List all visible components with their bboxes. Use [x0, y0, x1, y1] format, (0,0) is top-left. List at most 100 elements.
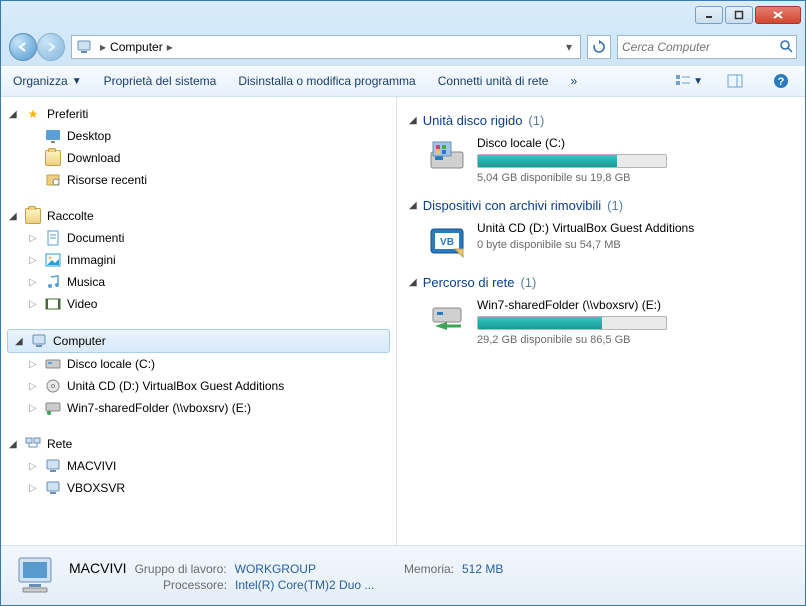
computer-icon [45, 458, 61, 474]
category-hdd[interactable]: ◢ Unità disco rigido (1) [409, 113, 793, 128]
preview-pane-button[interactable] [721, 70, 749, 92]
network-group: ◢ Rete ▷ MACVIVI ▷VBOXSVR [1, 433, 396, 499]
workgroup-label: Gruppo di lavoro: [135, 562, 227, 576]
capacity-bar [477, 154, 667, 168]
back-button[interactable] [9, 33, 37, 61]
arrow-right-icon [45, 41, 57, 53]
drive-free-text: 5,04 GB disponibile su 19,8 GB [477, 172, 793, 184]
sidebar-item-pictures[interactable]: ▷ Immagini [1, 249, 396, 271]
details-pane: MACVIVI Gruppo di lavoro: WORKGROUP Memo… [1, 545, 805, 605]
workgroup-value: WORKGROUP [235, 562, 316, 576]
minimize-button[interactable] [695, 6, 723, 24]
drive-info: Disco locale (C:) 5,04 GB disponibile su… [477, 136, 793, 184]
map-network-drive-button[interactable]: Connetti unità di rete [436, 70, 551, 92]
network-icon [25, 436, 41, 452]
favorites-label: Preferiti [47, 107, 88, 121]
view-options-button[interactable]: ▼ [675, 70, 703, 92]
system-properties-button[interactable]: Proprietà del sistema [102, 70, 219, 92]
drive-d[interactable]: VB Unità CD (D:) VirtualBox Guest Additi… [427, 221, 793, 261]
sidebar-item-label: Musica [67, 275, 105, 289]
main-pane[interactable]: ◢ Unità disco rigido (1) Disco locale (C… [397, 97, 805, 545]
breadcrumb-sep: ▸ [96, 40, 110, 54]
cd-drive-icon [45, 378, 61, 394]
libraries-icon [25, 208, 41, 224]
category-removable[interactable]: ◢ Dispositivi con archivi rimovibili (1) [409, 198, 793, 213]
breadcrumb-sep-end[interactable]: ▸ [163, 40, 177, 54]
favorites-root[interactable]: ◢ ★ Preferiti [1, 103, 396, 125]
video-icon [45, 296, 61, 312]
sidebar-item-label: Risorse recenti [67, 173, 147, 187]
maximize-button[interactable] [725, 6, 753, 24]
category-count: (1) [607, 198, 623, 213]
breadcrumb-location[interactable]: Computer [110, 40, 163, 54]
nav-pane[interactable]: ◢ ★ Preferiti Desktop Download Risorse r… [1, 97, 397, 545]
address-dropdown[interactable]: ▾ [562, 40, 576, 54]
sidebar-item-documents[interactable]: ▷ Documenti [1, 227, 396, 249]
music-icon [45, 274, 61, 290]
sidebar-item-download[interactable]: Download [1, 147, 396, 169]
category-network[interactable]: ◢ Percorso di rete (1) [409, 275, 793, 290]
caret-icon: ▷ [29, 233, 39, 244]
close-button[interactable] [755, 6, 801, 24]
expand-icon: ◢ [9, 211, 19, 222]
memory-label: Memoria: [404, 562, 454, 576]
drive-info: Unità CD (D:) VirtualBox Guest Additions… [477, 221, 793, 251]
sidebar-item-desktop[interactable]: Desktop [1, 125, 396, 147]
sidebar-item-label: Documenti [67, 231, 124, 245]
toolbar-overflow[interactable]: » [568, 70, 579, 92]
forward-button[interactable] [37, 33, 65, 61]
hostname: MACVIVI [69, 560, 127, 576]
caret-icon: ▷ [29, 461, 39, 472]
uninstall-button[interactable]: Disinstalla o modifica programma [236, 70, 417, 92]
drive-name[interactable]: Disco locale (C:) [477, 136, 793, 150]
sidebar-item-drive-e[interactable]: ▷Win7-sharedFolder (\\vboxsrv) (E:) [1, 397, 396, 419]
category-title: Percorso di rete [423, 275, 515, 290]
sidebar-item-drive-c[interactable]: ▷Disco locale (C:) [1, 353, 396, 375]
nav-buttons [9, 33, 65, 61]
libraries-group: ◢ Raccolte ▷Documenti ▷Immagini ▷Musica … [1, 205, 396, 315]
sidebar-item-drive-d[interactable]: ▷Unità CD (D:) VirtualBox Guest Addition… [1, 375, 396, 397]
svg-text:?: ? [778, 76, 785, 88]
details-text: MACVIVI Gruppo di lavoro: WORKGROUP Memo… [69, 560, 503, 592]
favorites-group: ◢ ★ Preferiti Desktop Download Risorse r… [1, 103, 396, 191]
computer-root[interactable]: ◢ Computer [7, 329, 390, 353]
titlebar [1, 1, 805, 29]
sidebar-item-recent[interactable]: Risorse recenti [1, 169, 396, 191]
category-title: Dispositivi con archivi rimovibili [423, 198, 601, 213]
computer-label: Computer [53, 334, 106, 348]
sidebar-item-vboxsvr[interactable]: ▷VBOXSVR [1, 477, 396, 499]
search-input[interactable] [622, 40, 779, 54]
libraries-root[interactable]: ◢ Raccolte [1, 205, 396, 227]
memory-value: 512 MB [462, 562, 503, 576]
sidebar-item-label: Immagini [67, 253, 116, 267]
caret-icon: ▷ [29, 255, 39, 266]
sidebar-item-music[interactable]: ▷ Musica [1, 271, 396, 293]
drive-e[interactable]: Win7-sharedFolder (\\vboxsrv) (E:) 29,2 … [427, 298, 793, 346]
drive-name[interactable]: Unità CD (D:) VirtualBox Guest Additions [477, 221, 793, 235]
help-button[interactable]: ? [767, 70, 795, 92]
sidebar-item-label: VBOXSVR [67, 481, 125, 495]
drive-name[interactable]: Win7-sharedFolder (\\vboxsrv) (E:) [477, 298, 793, 312]
sidebar-item-video[interactable]: ▷Video [1, 293, 396, 315]
drive-icon [45, 356, 61, 372]
caret-icon: ▷ [29, 359, 39, 370]
explorer-window: ▸ Computer ▸ ▾ Organizza ▼ Proprietà del… [0, 0, 806, 606]
chevron-down-icon: ▼ [693, 76, 703, 87]
organize-button[interactable]: Organizza ▼ [11, 70, 84, 92]
refresh-button[interactable] [587, 35, 611, 59]
sidebar-item-label: Video [67, 297, 97, 311]
sidebar-item-label: Unità CD (D:) VirtualBox Guest Additions [67, 379, 284, 393]
address-bar[interactable]: ▸ Computer ▸ ▾ [71, 35, 581, 59]
drive-free-text: 0 byte disponibile su 54,7 MB [477, 239, 793, 251]
sidebar-item-label: MACVIVI [67, 459, 116, 473]
toolbar: Organizza ▼ Proprietà del sistema Disins… [1, 65, 805, 97]
network-drive-icon [45, 400, 61, 416]
refresh-icon [592, 40, 606, 54]
sidebar-item-macvivi[interactable]: ▷ MACVIVI [1, 455, 396, 477]
search-icon[interactable] [779, 39, 793, 56]
search-box[interactable] [617, 35, 797, 59]
network-drive-icon [427, 298, 467, 338]
caret-icon: ▷ [29, 277, 39, 288]
network-root[interactable]: ◢ Rete [1, 433, 396, 455]
drive-c[interactable]: Disco locale (C:) 5,04 GB disponibile su… [427, 136, 793, 184]
